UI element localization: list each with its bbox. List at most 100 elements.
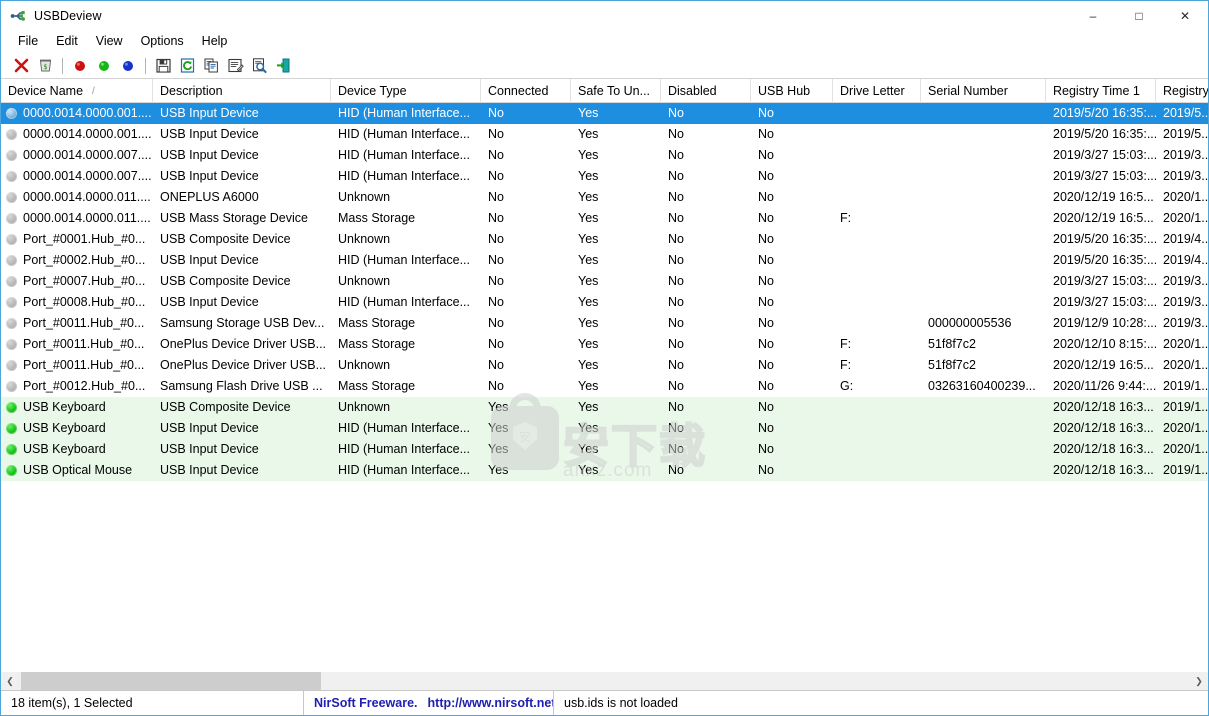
column-header-description[interactable]: Description <box>153 79 331 103</box>
exit-icon[interactable] <box>271 55 295 77</box>
properties-icon[interactable] <box>223 55 247 77</box>
table-cell: No <box>488 169 504 183</box>
table-cell: 2020/1... <box>1163 442 1208 456</box>
scroll-right-icon[interactable]: ❯ <box>1190 672 1208 690</box>
refresh-icon[interactable] <box>175 55 199 77</box>
table-cell: No <box>668 211 684 225</box>
table-cell: 0000.0014.0000.007.... <box>1 145 153 166</box>
column-header-disabled[interactable]: Disabled <box>661 79 751 103</box>
table-row[interactable]: 0000.0014.0000.007.... USB Input Device HI… <box>1 166 1208 187</box>
table-cell: 2020/12/19 16:5... <box>1053 190 1154 204</box>
table-cell: No <box>668 358 684 372</box>
table-cell: No <box>668 295 684 309</box>
table-row[interactable]: Port_#0011.Hub_#0... Samsung Storage USB … <box>1 313 1208 334</box>
disable-enable-icon[interactable] <box>116 55 140 77</box>
table-cell: F: <box>840 211 852 225</box>
copy-icon[interactable] <box>199 55 223 77</box>
column-header-serial-number[interactable]: Serial Number <box>921 79 1046 103</box>
uninstall-icon[interactable] <box>9 55 33 77</box>
close-button[interactable]: ✕ <box>1162 1 1208 30</box>
disable-icon[interactable] <box>68 55 92 77</box>
save-icon[interactable] <box>151 55 175 77</box>
table-row[interactable]: USB Keyboard USB Input Device HID (Human I… <box>1 439 1208 460</box>
scrollbar-thumb[interactable] <box>21 672 321 690</box>
menu-options[interactable]: Options <box>132 32 193 51</box>
table-cell <box>921 229 1046 250</box>
table-cell: Mass Storage <box>338 379 416 393</box>
device-name-text: Port_#0007.Hub_#0... <box>23 274 146 288</box>
scroll-left-icon[interactable]: ❮ <box>1 672 19 690</box>
table-cell <box>833 292 921 313</box>
table-row[interactable]: 0000.0014.0000.007.... USB Input Device HI… <box>1 145 1208 166</box>
table-row[interactable]: Port_#0002.Hub_#0... USB Input Device HID … <box>1 250 1208 271</box>
enable-icon[interactable] <box>92 55 116 77</box>
column-header-connected[interactable]: Connected <box>481 79 571 103</box>
scrollbar-track[interactable] <box>19 672 1190 690</box>
table-cell: 2019/3... <box>1163 295 1208 309</box>
device-name-text: 0000.0014.0000.011.... <box>23 190 151 204</box>
table-cell: 2020/11/26 9:44:... <box>1053 379 1156 393</box>
menu-help[interactable]: Help <box>193 32 237 51</box>
maximize-button[interactable]: □ <box>1116 1 1162 30</box>
table-row[interactable]: USB Keyboard USB Composite Device Unknown Y… <box>1 397 1208 418</box>
column-header-device-name[interactable]: Device Name / <box>1 79 153 103</box>
menu-view[interactable]: View <box>87 32 132 51</box>
table-cell: No <box>758 190 774 204</box>
table-cell <box>833 166 921 187</box>
table-row[interactable]: 0000.0014.0000.001.... USB Input Device HI… <box>1 124 1208 145</box>
table-cell: USB Input Device <box>160 253 259 267</box>
table-cell: No <box>668 232 684 246</box>
column-header-registry-time-2[interactable]: Registry Time 2 <box>1156 79 1208 103</box>
svg-text:$: $ <box>43 63 47 71</box>
table-cell: 2019/3... <box>1163 316 1208 330</box>
table-cell: 2020/12/19 16:5... <box>1053 211 1154 225</box>
column-header-drive-letter[interactable]: Drive Letter <box>833 79 921 103</box>
status-nirsoft-link[interactable]: NirSoft Freeware. http://www.nirsoft.net <box>304 690 554 715</box>
clean-unused-icon[interactable]: $ <box>33 55 57 77</box>
table-row[interactable]: 0000.0014.0000.011.... ONEPLUS A6000 Unkno… <box>1 187 1208 208</box>
table-cell: Yes <box>578 400 599 414</box>
menu-edit[interactable]: Edit <box>47 32 87 51</box>
table-cell: Yes <box>488 400 509 414</box>
device-disconnected-icon <box>6 360 17 371</box>
column-header-usb-hub[interactable]: USB Hub <box>751 79 833 103</box>
column-header-label: Safe To Un... <box>578 84 651 98</box>
status-brand-url[interactable]: http://www.nirsoft.net <box>428 696 553 710</box>
table-row[interactable]: 0000.0014.0000.001.... USB Input Device HI… <box>1 103 1208 124</box>
table-cell: HID (Human Interface... <box>338 421 470 435</box>
table-cell <box>833 145 921 166</box>
menu-file[interactable]: File <box>9 32 47 51</box>
table-row[interactable]: Port_#0011.Hub_#0... OnePlus Device Drive… <box>1 334 1208 355</box>
table-cell: 51f8f7c2 <box>928 358 976 372</box>
table-cell: No <box>758 316 774 330</box>
table-header: Device Name / Description Device Type Connec… <box>1 79 1208 103</box>
find-icon[interactable] <box>247 55 271 77</box>
table-body: 0000.0014.0000.001.... USB Input Device HI… <box>1 103 1208 481</box>
device-name-text: 0000.0014.0000.007.... <box>23 169 152 183</box>
table-row[interactable]: Port_#0007.Hub_#0... USB Composite Device… <box>1 271 1208 292</box>
horizontal-scrollbar[interactable]: ❮ ❯ <box>1 672 1208 690</box>
table-cell <box>921 124 1046 145</box>
table-row[interactable]: Port_#0001.Hub_#0... USB Composite Device… <box>1 229 1208 250</box>
device-name-text: 0000.0014.0000.001.... <box>23 127 152 141</box>
table-row[interactable]: 0000.0014.0000.011.... USB Mass Storage D… <box>1 208 1208 229</box>
table-row[interactable]: USB Keyboard USB Input Device HID (Human I… <box>1 418 1208 439</box>
table-cell: Yes <box>578 379 599 393</box>
table-cell: HID (Human Interface... <box>338 106 470 120</box>
table-row[interactable]: Port_#0011.Hub_#0... OnePlus Device Drive… <box>1 355 1208 376</box>
column-header-device-type[interactable]: Device Type <box>331 79 481 103</box>
device-disconnected-icon <box>6 381 17 392</box>
table-row[interactable]: Port_#0012.Hub_#0... Samsung Flash Drive … <box>1 376 1208 397</box>
column-header-registry-time-1[interactable]: Registry Time 1 <box>1046 79 1156 103</box>
table-row[interactable]: USB Optical Mouse USB Input Device HID (Hu… <box>1 460 1208 481</box>
device-name-text: Port_#0011.Hub_#0... <box>23 316 145 330</box>
table-cell: Yes <box>578 106 599 120</box>
minimize-button[interactable]: – <box>1070 1 1116 30</box>
title-bar[interactable]: USBDeview – □ ✕ <box>1 1 1208 30</box>
table-row[interactable]: Port_#0008.Hub_#0... USB Input Device HID … <box>1 292 1208 313</box>
column-header-safe-to-un[interactable]: Safe To Un... <box>571 79 661 103</box>
table-cell: USB Input Device <box>160 148 259 162</box>
table-cell: HID (Human Interface... <box>338 463 470 477</box>
device-name-text: USB Optical Mouse <box>23 463 133 477</box>
device-connected-icon <box>6 402 17 413</box>
